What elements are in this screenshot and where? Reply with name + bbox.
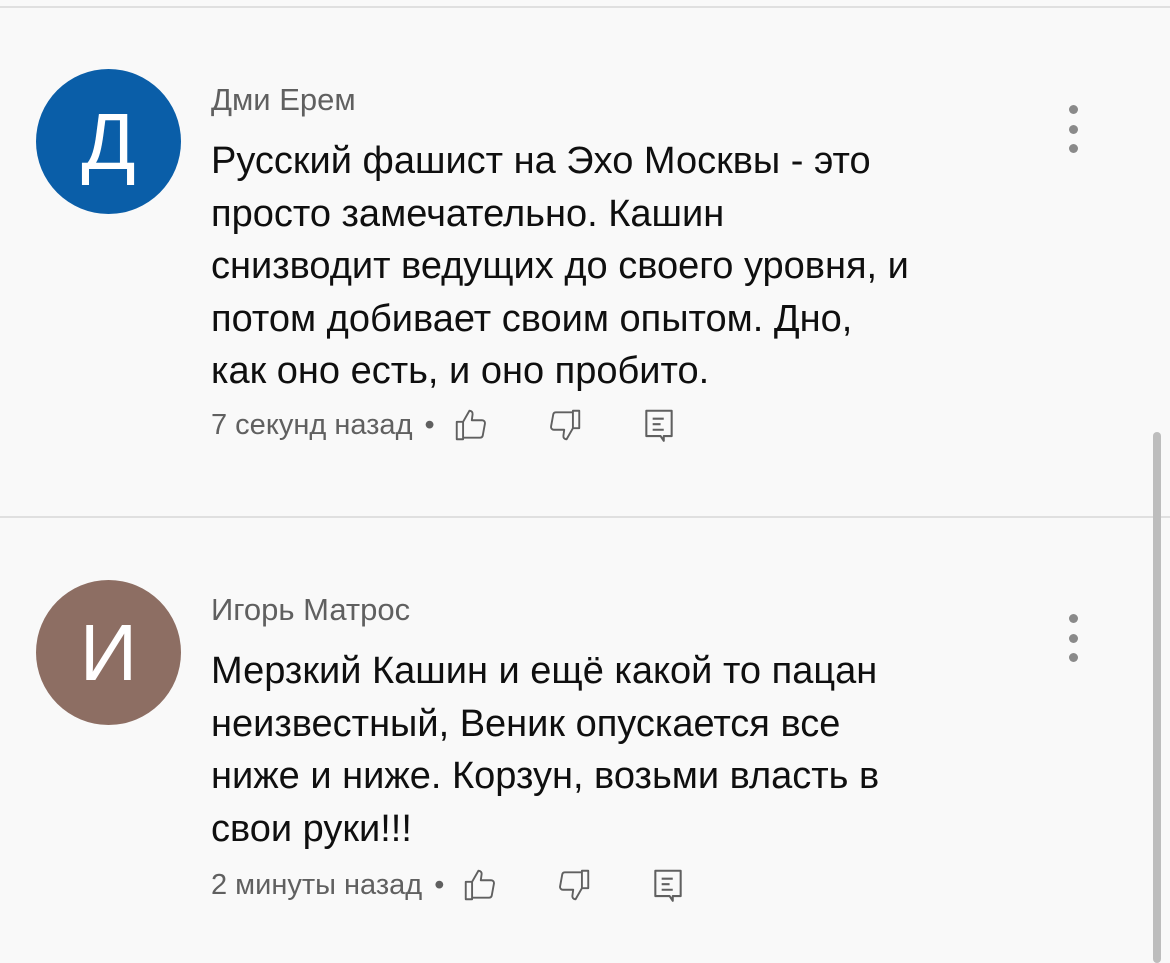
meta-separator: • <box>424 408 435 441</box>
more-vert-icon <box>1068 105 1078 114</box>
avatar[interactable]: И <box>36 580 181 725</box>
thumbs-up-icon <box>465 869 496 901</box>
like-button[interactable] <box>451 405 491 445</box>
comment-menu-button[interactable] <box>1058 105 1088 153</box>
comment-author[interactable]: Дми Ерем <box>211 80 356 120</box>
comment-text: Русский фашист на Эхо Москвы - это прост… <box>211 140 909 392</box>
comment-author[interactable]: Игорь Матрос <box>211 590 410 630</box>
scrollbar[interactable] <box>1153 432 1161 963</box>
reply-button[interactable] <box>648 865 688 905</box>
reply-icon <box>654 869 683 902</box>
more-vert-dot <box>1068 144 1078 153</box>
thumbs-down-icon <box>559 869 590 901</box>
reply-icon <box>644 409 673 442</box>
more-vert-dot <box>1068 124 1078 134</box>
comment-text: Мерзкий Кашин и ещё какой то пацан неизв… <box>211 650 880 850</box>
more-vert-dot <box>1068 653 1078 662</box>
reply-button[interactable] <box>639 405 679 445</box>
comment-meta: 7 секунд назад • <box>211 405 679 445</box>
comment-timestamp: 2 минуты назад <box>211 868 423 901</box>
dislike-button[interactable] <box>554 865 594 905</box>
comment-timestamp: 7 секунд назад <box>211 408 413 441</box>
more-vert-dot <box>1068 633 1078 643</box>
comment-meta: 2 минуты назад • <box>211 865 688 905</box>
like-button[interactable] <box>460 865 500 905</box>
meta-separator: • <box>434 868 445 901</box>
avatar[interactable]: Д <box>36 69 181 214</box>
comment-divider <box>0 516 1170 518</box>
top-divider <box>0 6 1170 8</box>
more-vert-icon <box>1068 614 1078 623</box>
comment-menu-button[interactable] <box>1058 614 1088 662</box>
thumbs-up-icon <box>455 409 486 441</box>
thumbs-down-icon <box>549 409 580 441</box>
dislike-button[interactable] <box>545 405 585 445</box>
